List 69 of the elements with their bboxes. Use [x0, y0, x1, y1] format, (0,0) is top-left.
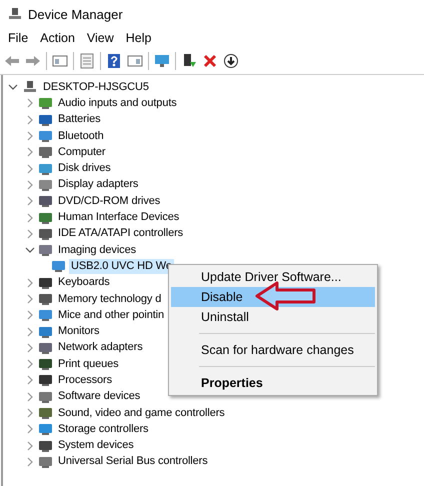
device-icon	[38, 178, 53, 192]
menu-item[interactable]: Disable	[171, 287, 375, 307]
tree-item[interactable]: Imaging devices	[56, 242, 138, 258]
device-icon	[38, 145, 53, 160]
tree-item[interactable]: Universal Serial Bus controllers	[56, 454, 210, 470]
panel-icon[interactable]	[127, 53, 143, 69]
menu-item[interactable]: Action	[34, 31, 81, 45]
device-icon	[38, 96, 53, 110]
device-icon	[38, 340, 53, 355]
forward-icon[interactable]	[25, 53, 41, 69]
device-icon	[38, 324, 53, 339]
device-icon	[38, 292, 53, 306]
tree-item[interactable]: Mice and other pointin	[56, 308, 166, 323]
tree-item[interactable]: Keyboards	[56, 275, 112, 290]
device-icon	[38, 243, 53, 258]
tree-item[interactable]: Disk drives	[56, 161, 113, 176]
menu-item[interactable]: Scan for hardware changes	[171, 340, 375, 360]
menu-item[interactable]: Help	[120, 31, 158, 45]
tree-item[interactable]: IDE ATA/ATAPI controllers	[56, 226, 186, 242]
device-icon	[38, 308, 53, 322]
tree-item[interactable]: DESKTOP-HJSGCU5	[41, 80, 151, 95]
tree-item[interactable]: Monitors	[56, 324, 102, 340]
device-icon	[38, 112, 53, 127]
device-icon	[38, 406, 53, 420]
download-icon[interactable]	[223, 53, 239, 69]
menu-item[interactable]: Update Driver Software...	[171, 267, 375, 287]
device-icon	[38, 373, 53, 388]
device-icon	[38, 390, 53, 404]
tree-item[interactable]: Memory technology d	[56, 292, 164, 306]
device-icon	[38, 162, 53, 176]
tree-item[interactable]: System devices	[56, 438, 136, 454]
device-icon	[38, 226, 53, 241]
tree-item[interactable]: Software devices	[56, 389, 142, 404]
arrow-drawing	[255, 281, 317, 311]
device-icon	[38, 129, 53, 144]
tree-item[interactable]: Sound, video and game controllers	[56, 406, 227, 421]
device-icon	[38, 210, 53, 225]
device-icon	[38, 422, 53, 436]
tree-item[interactable]: Processors	[56, 372, 114, 388]
device-icon	[51, 259, 66, 274]
tree-item[interactable]: DVD/CD-ROM drives	[56, 194, 162, 209]
menu-item[interactable]: View	[80, 31, 120, 45]
menu-item[interactable]: File	[2, 31, 34, 45]
tree-item[interactable]: Computer	[56, 144, 108, 160]
back-icon[interactable]	[4, 53, 20, 69]
tree-item[interactable]: Storage controllers	[56, 422, 150, 437]
computer-icon	[22, 80, 38, 94]
device-icon	[38, 357, 53, 372]
tree-item[interactable]: Bluetooth	[56, 128, 106, 144]
properties-icon[interactable]	[79, 53, 95, 69]
tree-item[interactable]: Batteries	[56, 112, 103, 128]
window-title: Device Manager	[28, 6, 123, 22]
device-icon	[38, 438, 53, 453]
device-icon	[38, 454, 53, 469]
device-icon	[38, 276, 53, 290]
panel-icon[interactable]	[52, 53, 68, 69]
tree-item[interactable]: Print queues	[56, 356, 121, 372]
tree-item[interactable]: Human Interface Devices	[56, 210, 182, 226]
driver-icon[interactable]	[181, 53, 197, 69]
help-icon[interactable]	[106, 53, 122, 69]
menu-item[interactable]: Properties	[171, 373, 375, 393]
tree-item[interactable]: Network adapters	[56, 340, 145, 356]
tree-item[interactable]: Audio inputs and outputs	[56, 96, 179, 111]
close-icon[interactable]	[202, 53, 218, 69]
menu-item[interactable]: Uninstall	[171, 307, 375, 327]
device-icon	[38, 194, 53, 208]
monitor-icon[interactable]	[154, 53, 170, 69]
computer-icon	[8, 7, 22, 21]
tree-item[interactable]: Display adapters	[56, 177, 140, 192]
